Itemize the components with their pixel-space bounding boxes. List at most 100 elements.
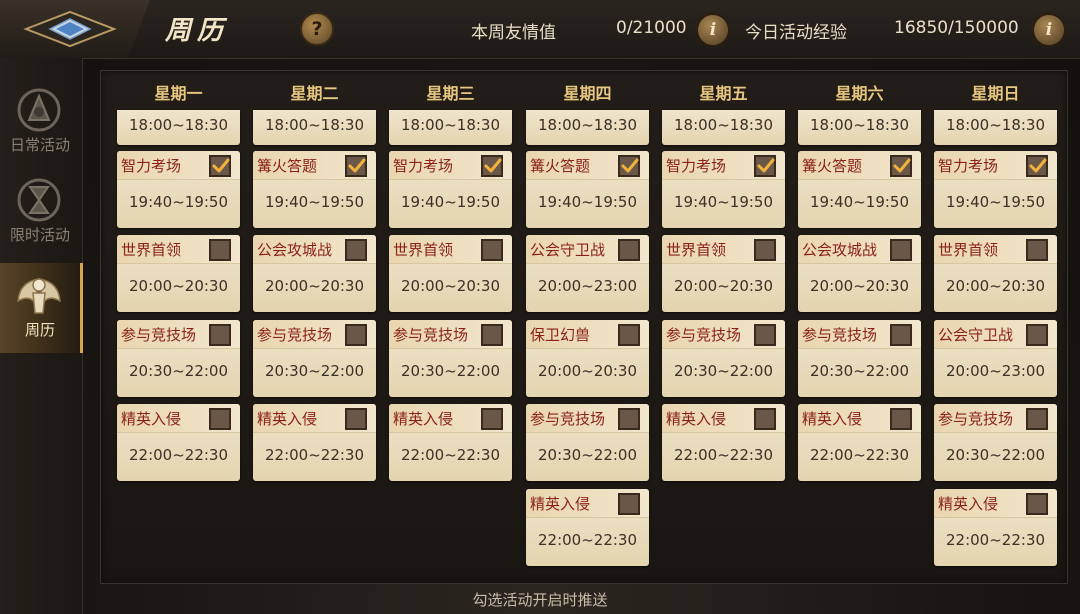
event-name: 参与竞技场 bbox=[938, 410, 1014, 428]
sidebar-item-weekly-calendar[interactable]: 周历 bbox=[0, 263, 83, 353]
push-checkbox[interactable] bbox=[754, 155, 776, 177]
sidebar-item-limited-activities[interactable]: 限时活动 bbox=[0, 168, 80, 258]
push-checkbox[interactable] bbox=[754, 239, 776, 261]
activity-exp-value: 16850/150000 bbox=[894, 18, 1019, 38]
push-checkbox[interactable] bbox=[890, 408, 912, 430]
push-checkbox[interactable] bbox=[1026, 239, 1048, 261]
event-card[interactable]: 世界首领 20:00~20:30 bbox=[934, 235, 1057, 312]
event-card[interactable]: 公会攻城战 20:00~20:30 bbox=[253, 235, 376, 312]
push-checkbox[interactable] bbox=[345, 324, 367, 346]
event-card[interactable]: 保卫幻兽 20:00~20:30 bbox=[526, 320, 649, 397]
event-card[interactable]: 世界首领 20:00~20:30 bbox=[662, 235, 785, 312]
event-card[interactable]: 公会守卫战 20:00~23:00 bbox=[526, 235, 649, 312]
event-time: 20:00~20:30 bbox=[400, 277, 501, 295]
day-header-wednesday: 星期三 bbox=[426, 84, 475, 103]
event-name: 公会攻城战 bbox=[257, 241, 333, 259]
event-time: 20:00~20:30 bbox=[128, 277, 229, 295]
page-title: 周历 bbox=[165, 16, 230, 46]
event-card[interactable]: 篝火答题 19:40~19:50 bbox=[253, 151, 376, 228]
event-card[interactable]: 参与竞技场 20:30~22:00 bbox=[253, 320, 376, 397]
push-checkbox[interactable] bbox=[345, 155, 367, 177]
event-time: 20:30~22:00 bbox=[673, 362, 774, 380]
event-name: 篝火答题 bbox=[257, 157, 318, 175]
event-card[interactable]: 精英入侵 22:00~22:30 bbox=[253, 404, 376, 481]
event-card[interactable]: 世界首领 20:00~20:30 bbox=[117, 235, 240, 312]
event-name: 公会攻城战 bbox=[802, 241, 878, 259]
push-checkbox[interactable] bbox=[1026, 324, 1048, 346]
event-card[interactable]: 参与竞技场 20:30~22:00 bbox=[389, 320, 512, 397]
push-checkbox[interactable] bbox=[1026, 155, 1048, 177]
event-card[interactable]: 智力考场 19:40~19:50 bbox=[389, 151, 512, 228]
checkmark-icon bbox=[1029, 158, 1047, 173]
push-checkbox[interactable] bbox=[481, 155, 503, 177]
push-checkbox[interactable] bbox=[754, 324, 776, 346]
push-checkbox[interactable] bbox=[1026, 408, 1048, 430]
event-card[interactable]: 智力考场 19:40~19:50 bbox=[934, 151, 1057, 228]
help-button[interactable]: ? bbox=[300, 12, 334, 46]
push-checkbox[interactable] bbox=[890, 155, 912, 177]
event-time: 19:40~19:50 bbox=[945, 193, 1046, 211]
push-checkbox[interactable] bbox=[209, 408, 231, 430]
event-card[interactable]: 篝火答题 19:40~19:50 bbox=[526, 151, 649, 228]
push-checkbox[interactable] bbox=[345, 239, 367, 261]
friendship-info-button[interactable]: i bbox=[696, 13, 730, 47]
push-checkbox[interactable] bbox=[618, 239, 640, 261]
event-card[interactable]: 18:00~18:30 bbox=[117, 110, 240, 145]
event-card[interactable]: 参与竞技场 20:30~22:00 bbox=[526, 404, 649, 481]
event-card[interactable]: 参与竞技场 20:30~22:00 bbox=[798, 320, 921, 397]
friendship-value: 0/21000 bbox=[616, 18, 687, 38]
event-card[interactable]: 精英入侵 22:00~22:30 bbox=[662, 404, 785, 481]
push-checkbox[interactable] bbox=[618, 408, 640, 430]
push-checkbox[interactable] bbox=[481, 324, 503, 346]
push-checkbox[interactable] bbox=[618, 155, 640, 177]
event-card[interactable]: 参与竞技场 20:30~22:00 bbox=[662, 320, 785, 397]
event-card[interactable]: 参与竞技场 20:30~22:00 bbox=[117, 320, 240, 397]
push-checkbox[interactable] bbox=[754, 408, 776, 430]
event-time: 20:00~20:30 bbox=[264, 277, 365, 295]
event-card[interactable]: 参与竞技场 20:30~22:00 bbox=[934, 404, 1057, 481]
activity-exp-info-button[interactable]: i bbox=[1032, 13, 1066, 47]
event-name: 参与竞技场 bbox=[257, 326, 333, 344]
day-header-saturday: 星期六 bbox=[835, 84, 884, 103]
event-card[interactable]: 精英入侵 22:00~22:30 bbox=[526, 489, 649, 566]
push-checkbox[interactable] bbox=[890, 324, 912, 346]
day-header-friday: 星期五 bbox=[699, 84, 748, 103]
event-name: 世界首领 bbox=[666, 241, 727, 259]
push-checkbox[interactable] bbox=[345, 408, 367, 430]
event-name: 世界首领 bbox=[938, 241, 999, 259]
event-card[interactable]: 18:00~18:30 bbox=[253, 110, 376, 145]
checkmark-icon bbox=[757, 158, 775, 173]
event-card[interactable]: 18:00~18:30 bbox=[662, 110, 785, 145]
event-time: 19:40~19:50 bbox=[809, 193, 910, 211]
push-checkbox[interactable] bbox=[481, 408, 503, 430]
event-card[interactable]: 18:00~18:30 bbox=[526, 110, 649, 145]
back-button[interactable] bbox=[0, 0, 150, 58]
push-checkbox[interactable] bbox=[481, 239, 503, 261]
event-card[interactable]: 智力考场 19:40~19:50 bbox=[117, 151, 240, 228]
event-card[interactable]: 公会攻城战 20:00~20:30 bbox=[798, 235, 921, 312]
event-time: 20:30~22:00 bbox=[128, 362, 229, 380]
push-checkbox[interactable] bbox=[209, 239, 231, 261]
event-card[interactable]: 18:00~18:30 bbox=[934, 110, 1057, 145]
event-card[interactable]: 公会守卫战 20:00~23:00 bbox=[934, 320, 1057, 397]
event-card[interactable]: 篝火答题 19:40~19:50 bbox=[798, 151, 921, 228]
push-checkbox[interactable] bbox=[1026, 493, 1048, 515]
event-card[interactable]: 精英入侵 22:00~22:30 bbox=[798, 404, 921, 481]
event-time: 19:40~19:50 bbox=[673, 193, 774, 211]
push-checkbox[interactable] bbox=[890, 239, 912, 261]
event-card[interactable]: 世界首领 20:00~20:30 bbox=[389, 235, 512, 312]
sidebar-item-daily-activities[interactable]: 日常活动 bbox=[0, 78, 80, 168]
event-name: 参与竞技场 bbox=[393, 326, 469, 344]
event-card[interactable]: 精英入侵 22:00~22:30 bbox=[389, 404, 512, 481]
event-time: 19:40~19:50 bbox=[264, 193, 365, 211]
event-card[interactable]: 精英入侵 22:00~22:30 bbox=[934, 489, 1057, 566]
push-checkbox[interactable] bbox=[618, 324, 640, 346]
push-checkbox[interactable] bbox=[209, 324, 231, 346]
event-card[interactable]: 18:00~18:30 bbox=[389, 110, 512, 145]
push-checkbox[interactable] bbox=[209, 155, 231, 177]
push-checkbox[interactable] bbox=[618, 493, 640, 515]
event-card[interactable]: 精英入侵 22:00~22:30 bbox=[117, 404, 240, 481]
event-time: 20:00~20:30 bbox=[809, 277, 910, 295]
event-card[interactable]: 智力考场 19:40~19:50 bbox=[662, 151, 785, 228]
event-card[interactable]: 18:00~18:30 bbox=[798, 110, 921, 145]
